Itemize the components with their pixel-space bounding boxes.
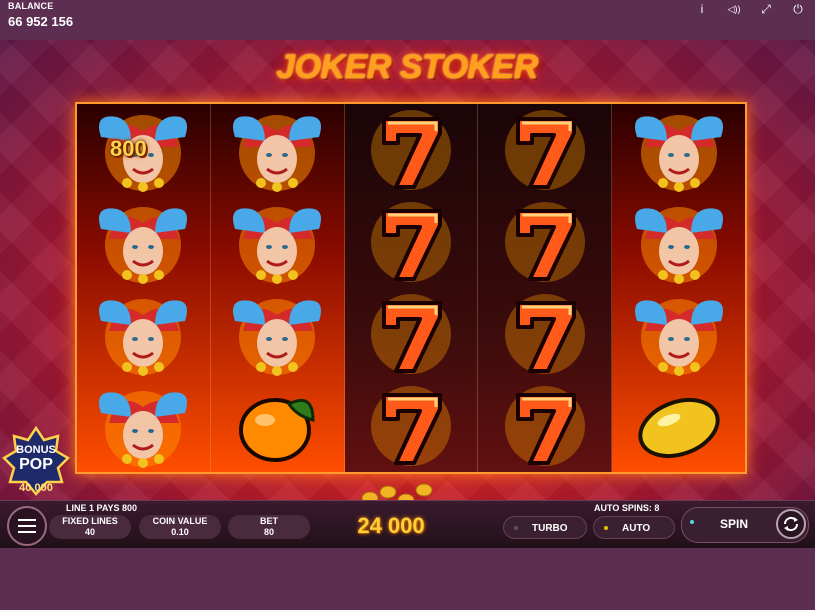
hamburger-icon [18,519,36,533]
bonus-line1: BONUS [16,444,56,456]
joker-icon [77,380,210,472]
joker-icon [211,196,344,288]
coin-value-label: COIN VALUE [152,516,208,526]
bet-value: 80 [263,527,274,537]
joker-icon [77,288,210,380]
coin-value-control[interactable]: COIN VALUE 0.10 [139,515,221,539]
lemon-icon [612,380,745,472]
joker-icon [211,288,344,380]
reel-5 [612,104,745,472]
seven-icon [345,288,478,380]
joker-icon [612,196,745,288]
bonus-value: 40 000 [19,482,53,494]
seven-icon [345,104,478,196]
fullscreen-icon[interactable]: ⤢ [757,1,775,17]
win-amount: 800 [110,136,147,161]
bet-label: BET [260,516,278,526]
top-icons: i ◁)) ⤢ ⏻ [693,1,807,17]
auto-label: AUTO [622,523,651,534]
seven-icon [345,196,478,288]
line-pays-text: LINE 1 PAYS 800 [66,503,138,513]
joker-icon [612,288,745,380]
fixed-lines-label: FIXED LINES [62,516,118,526]
orange-icon [211,380,344,472]
auto-toggle[interactable]: AUTO [593,516,675,539]
reel-3 [344,104,479,472]
bonus-pop-badge: BONUS POP 40 000 [1,425,71,500]
seven-icon [345,380,478,472]
fixed-lines-control[interactable]: FIXED LINES 40 [49,515,131,539]
reel-4 [478,104,613,472]
coin-value: 0.10 [171,527,189,537]
game-logo: JOKER STOKER [276,48,538,86]
bet-control[interactable]: BET 80 [228,515,310,539]
game-stage: JOKER STOKER 800 BONUS POP 40 000 LINE 1… [0,40,815,548]
turbo-label: TURBO [532,523,568,534]
total-win-amount: 24 000 [357,513,425,538]
seven-icon [478,288,611,380]
joker-icon [77,196,210,288]
balance-label: BALANCE [8,1,54,11]
seven-icon [478,380,611,472]
spin-button[interactable]: SPIN [681,507,809,543]
reel-2 [210,104,345,472]
menu-button[interactable] [7,506,47,546]
fixed-lines-value: 40 [84,527,95,537]
spin-arrows-icon[interactable] [776,509,806,539]
top-frame: BALANCE 66 952 156 i ◁)) ⤢ ⏻ [0,0,815,40]
power-icon[interactable]: ⏻ [789,1,807,17]
seven-icon [478,196,611,288]
seven-icon [478,104,611,196]
info-icon[interactable]: i [693,1,711,17]
joker-icon [211,104,344,196]
spin-label: SPIN [720,517,749,531]
spin-indicator-icon [690,520,694,524]
turbo-indicator-icon [514,526,518,530]
bonus-line2: POP [19,456,53,473]
turbo-toggle[interactable]: TURBO [503,516,587,539]
joker-icon [612,104,745,196]
sound-icon[interactable]: ◁)) [725,1,743,17]
auto-indicator-icon [604,526,608,530]
reels-grid [75,102,747,474]
auto-spins-text: AUTO SPINS: 8 [594,503,660,513]
balance-value: 66 952 156 [8,14,74,29]
